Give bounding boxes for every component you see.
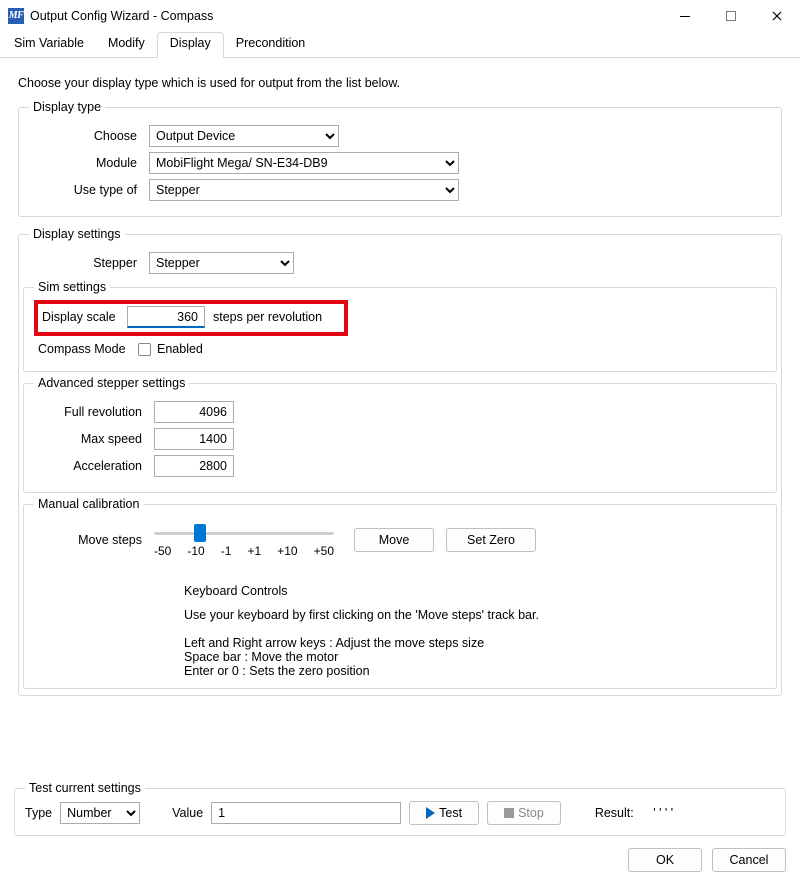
advanced-legend: Advanced stepper settings [34, 376, 189, 390]
accel-label: Acceleration [34, 459, 154, 473]
type-label: Type [25, 806, 52, 820]
play-icon [426, 807, 435, 819]
move-steps-slider[interactable] [154, 522, 334, 544]
module-select[interactable]: MobiFlight Mega/ SN-E34-DB9 [149, 152, 459, 174]
choose-select[interactable]: Output Device [149, 125, 339, 147]
max-speed-input[interactable] [154, 428, 234, 450]
minimize-button[interactable] [662, 0, 708, 32]
intro-text: Choose your display type which is used f… [18, 76, 786, 90]
manual-legend: Manual calibration [34, 497, 143, 511]
ok-button[interactable]: OK [628, 848, 702, 872]
test-legend: Test current settings [25, 781, 145, 795]
sim-settings-legend: Sim settings [34, 280, 110, 294]
kb-line2: Space bar : Move the motor [184, 650, 584, 664]
use-type-label: Use type of [29, 183, 149, 197]
advanced-group: Advanced stepper settings Full revolutio… [23, 376, 777, 493]
tab-display[interactable]: Display [157, 32, 224, 58]
tab-strip: Sim Variable Modify Display Precondition [0, 32, 800, 58]
tab-sim-variable[interactable]: Sim Variable [2, 32, 96, 57]
window-title: Output Config Wizard - Compass [30, 9, 213, 23]
display-scale-input[interactable] [127, 306, 205, 328]
full-rev-label: Full revolution [34, 405, 154, 419]
value-input[interactable] [211, 802, 401, 824]
accel-input[interactable] [154, 455, 234, 477]
display-scale-unit: steps per revolution [213, 310, 322, 324]
tab-precondition[interactable]: Precondition [224, 32, 318, 57]
test-group: Test current settings Type Number Value … [14, 781, 786, 836]
close-button[interactable] [754, 0, 800, 32]
manual-group: Manual calibration Move steps -50 -10 -1… [23, 497, 777, 689]
compass-mode-label: Compass Mode [38, 342, 138, 356]
titlebar: MF Output Config Wizard - Compass [0, 0, 800, 32]
kb-title: Keyboard Controls [184, 584, 584, 598]
move-steps-label: Move steps [34, 533, 154, 547]
full-rev-input[interactable] [154, 401, 234, 423]
kb-desc: Use your keyboard by first clicking on t… [184, 608, 584, 622]
kb-line3: Enter or 0 : Sets the zero position [184, 664, 584, 678]
stop-button[interactable]: Stop [487, 801, 561, 825]
kb-line1: Left and Right arrow keys : Adjust the m… [184, 636, 584, 650]
display-type-legend: Display type [29, 100, 105, 114]
app-icon: MF [8, 8, 24, 24]
use-type-select[interactable]: Stepper [149, 179, 459, 201]
move-button[interactable]: Move [354, 528, 434, 552]
stop-icon [504, 808, 514, 818]
result-label: Result: [595, 806, 634, 820]
choose-label: Choose [29, 129, 149, 143]
stepper-select[interactable]: Stepper [149, 252, 294, 274]
test-button[interactable]: Test [409, 801, 479, 825]
display-scale-label: Display scale [42, 310, 127, 324]
module-label: Module [29, 156, 149, 170]
stepper-label: Stepper [29, 256, 149, 270]
type-select[interactable]: Number [60, 802, 140, 824]
display-scale-highlight: Display scale steps per revolution [34, 300, 348, 336]
set-zero-button[interactable]: Set Zero [446, 528, 536, 552]
enabled-checkbox[interactable] [138, 343, 151, 356]
display-settings-group: Display settings Stepper Stepper Sim set… [18, 227, 782, 696]
result-value: ' ' ' ' [653, 806, 673, 820]
tab-modify[interactable]: Modify [96, 32, 157, 57]
maximize-button[interactable] [708, 0, 754, 32]
value-label: Value [172, 806, 203, 820]
enabled-label: Enabled [157, 342, 203, 356]
sim-settings-group: Sim settings Display scale steps per rev… [23, 280, 777, 372]
max-speed-label: Max speed [34, 432, 154, 446]
display-type-group: Display type Choose Output Device Module… [18, 100, 782, 217]
display-settings-legend: Display settings [29, 227, 125, 241]
slider-tick-labels: -50 -10 -1 +1 +10 +50 [154, 544, 334, 558]
cancel-button[interactable]: Cancel [712, 848, 786, 872]
